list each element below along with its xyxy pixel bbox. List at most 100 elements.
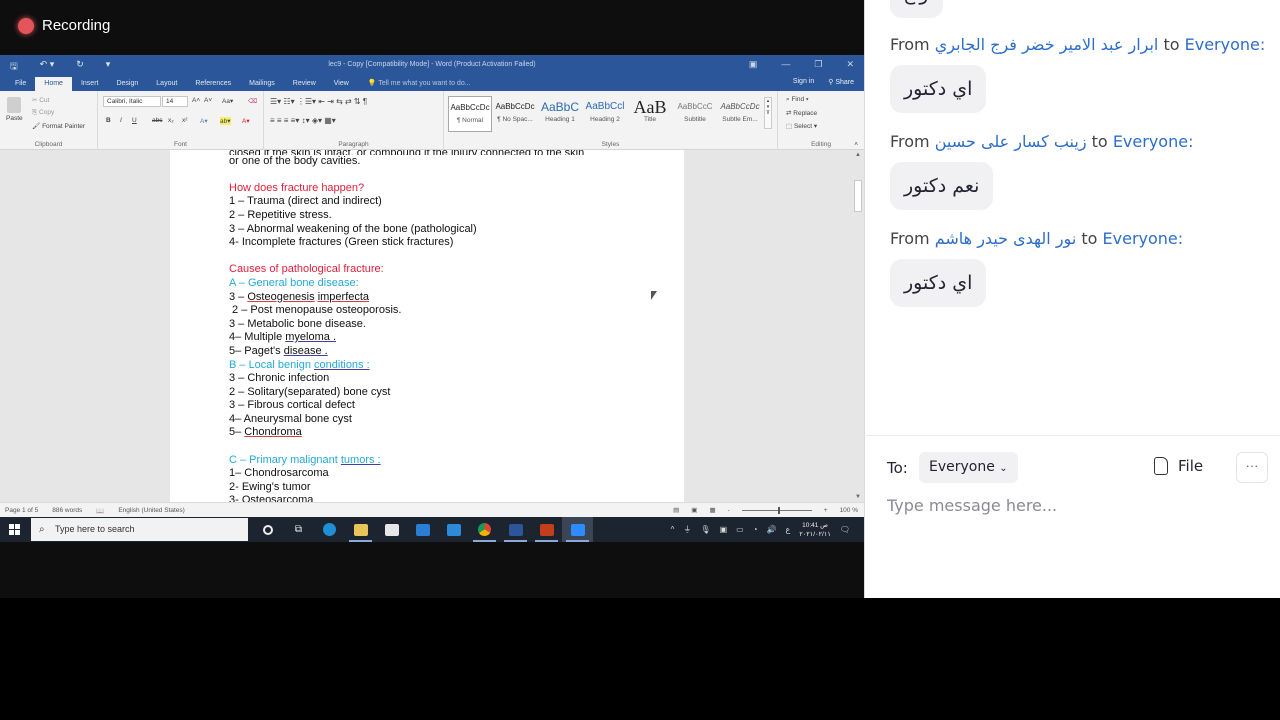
web-layout-icon[interactable]: ▦ [709,506,715,514]
underline-button[interactable]: U [132,117,137,124]
volume-icon[interactable]: 🔊 [767,525,777,534]
tab-references[interactable]: References [186,77,240,91]
superscript-button[interactable]: x² [182,117,187,124]
style-subtle-emphasis[interactable]: AaBbCcDc Subtle Em... [718,96,762,132]
sender-name[interactable]: نور الهدى حيدر هاشم [935,229,1077,248]
scroll-thumb[interactable] [854,180,862,212]
powerpoint-icon[interactable] [531,517,562,542]
style-no-spacing[interactable]: AaBbCcDc ¶ No Spac... [493,96,537,132]
tab-insert[interactable]: Insert [72,77,108,91]
store-icon[interactable] [376,517,407,542]
zoom-in-button[interactable]: + [824,507,828,514]
more-options-button[interactable]: ··· [1236,452,1268,483]
cut-button[interactable]: ✂ Cut [32,96,49,104]
tab-design[interactable]: Design [107,77,147,91]
style-heading-2[interactable]: AaBbCcl Heading 2 [583,96,627,132]
font-color-button[interactable]: A▾ [242,117,250,125]
sign-in-link[interactable]: Sign in [793,78,814,86]
chat-bubble[interactable]: اي دكتور [890,259,987,307]
tab-file[interactable]: File [6,77,35,91]
paste-button[interactable]: Paste [6,97,23,122]
zoom-meetings-icon[interactable] [438,517,469,542]
recipient-name[interactable]: Everyone [1113,132,1188,151]
chat-bubble[interactable]: اي دكتور [890,65,987,113]
strikethrough-button[interactable]: abc [152,117,162,124]
style-normal[interactable]: AaBbCcDc ¶ Normal [448,96,492,132]
format-painter-button[interactable]: 🖌 Format Painter [32,122,85,130]
style-title[interactable]: AaB Title [628,96,672,132]
clear-formatting-button[interactable]: ⌫ [248,97,257,105]
tab-review[interactable]: Review [284,77,325,91]
usb-icon[interactable]: ⏚ [683,524,691,535]
proofing-icon[interactable]: 📖 [96,507,104,515]
minimize-button[interactable]: — [781,59,790,70]
cortana-icon[interactable] [252,517,283,542]
italic-button[interactable]: I [120,117,122,124]
task-view-icon[interactable]: ⧉ [283,517,314,542]
font-size-combo[interactable]: 14 [162,96,188,107]
zoom-level[interactable]: 100 % [840,507,858,514]
tray-app-icon[interactable]: ▣ [720,525,728,534]
tell-me-search[interactable]: 💡 Tell me what you want to do... [358,77,471,91]
windows-start-icon[interactable] [9,524,20,535]
word-icon[interactable] [500,517,531,542]
read-mode-icon[interactable]: ▤ [673,506,679,514]
highlight-button[interactable]: ab▾ [220,117,231,125]
tab-layout[interactable]: Layout [147,77,186,91]
chat-bubble[interactable]: نعم دكتور [890,162,994,210]
zoom-icon[interactable] [562,517,593,542]
scroll-up-icon[interactable]: ▲ [852,152,864,158]
network-icon[interactable]: ◔ [753,525,758,534]
scroll-down-icon[interactable]: ▼ [852,494,864,500]
print-layout-icon[interactable]: ▣ [691,506,697,514]
message-input[interactable] [887,492,1267,518]
file-explorer-icon[interactable] [345,517,376,542]
taskbar-search[interactable]: ⌕ Type here to search [31,518,248,541]
paragraph-row2-buttons[interactable]: ≡ ≡ ≡ ≡▾ ↕▾ ◈▾ ▦▾ [270,116,336,125]
close-button[interactable]: ✕ [846,59,854,70]
recipient-name[interactable]: Everyone [1103,229,1178,248]
grow-font-button[interactable]: A˄ [192,97,200,104]
sender-name[interactable]: ابرار عبد الامير خضر فرج الجابري [935,35,1159,54]
bold-button[interactable]: B [106,117,111,124]
copy-button[interactable]: ⎘ Copy [32,109,54,117]
paragraph-row1-buttons[interactable]: ☰▾ ☷▾ ⋮☰▾ ⇤ ⇥ ⇆ ⇄ ⇅ ¶ [270,97,367,106]
page-count[interactable]: Page 1 of 5 [5,507,38,515]
edge-icon[interactable] [314,517,345,542]
style-heading-1[interactable]: AaBbC Heading 1 [538,96,582,132]
font-name-combo[interactable]: Calibri, Italic [103,96,161,107]
clock[interactable]: 10:41 ص ٢٠٢١/٠٢/١١ [799,521,831,539]
share-button[interactable]: ⚲ Share [828,78,854,86]
find-button[interactable]: ⌕ Find ▾ [786,96,809,104]
language-indicator[interactable]: English (United States) [118,507,184,515]
file-button[interactable]: File [1154,457,1203,475]
tab-mailings[interactable]: Mailings [240,77,284,91]
chrome-icon[interactable] [469,517,500,542]
collapse-ribbon-icon[interactable]: ˄ [854,141,858,148]
notifications-icon[interactable]: 🗨 [840,525,850,534]
input-language[interactable]: ع [786,525,791,534]
tray-chevron-icon[interactable]: ^ [671,525,675,534]
ribbon-display-icon[interactable]: ▣ [749,59,758,70]
microphone-icon[interactable]: 🎙 [700,525,710,534]
mail-icon[interactable] [407,517,438,542]
recipient-dropdown[interactable]: Everyone ⌄ [919,452,1018,483]
select-button[interactable]: ⬚ Select ▾ [786,122,817,130]
zoom-out-button[interactable]: - [728,507,730,514]
tab-view[interactable]: View [325,77,358,91]
text-effects-button[interactable]: A▾ [200,117,208,125]
subscript-button[interactable]: x₂ [168,117,174,124]
styles-scroll[interactable]: ▴ ▾ ⊽ [764,97,772,129]
shrink-font-button[interactable]: A˅ [204,97,212,104]
document-page[interactable]: closed if the skin is intact, or compoun… [170,150,684,502]
change-case-button[interactable]: Aa▾ [222,97,233,105]
restore-button[interactable]: ❐ [814,59,822,70]
vertical-scrollbar[interactable]: ▲ ▼ [852,150,864,502]
word-count[interactable]: 886 words [52,507,82,515]
zoom-slider[interactable] [741,506,812,514]
battery-icon[interactable]: ▭ [736,525,744,534]
replace-button[interactable]: ⇄ Replace [786,109,817,117]
sender-name[interactable]: زينب كسار على حسين [935,132,1087,151]
style-subtitle[interactable]: AaBbCcC Subtitle [673,96,717,132]
tab-home[interactable]: Home [35,77,72,91]
